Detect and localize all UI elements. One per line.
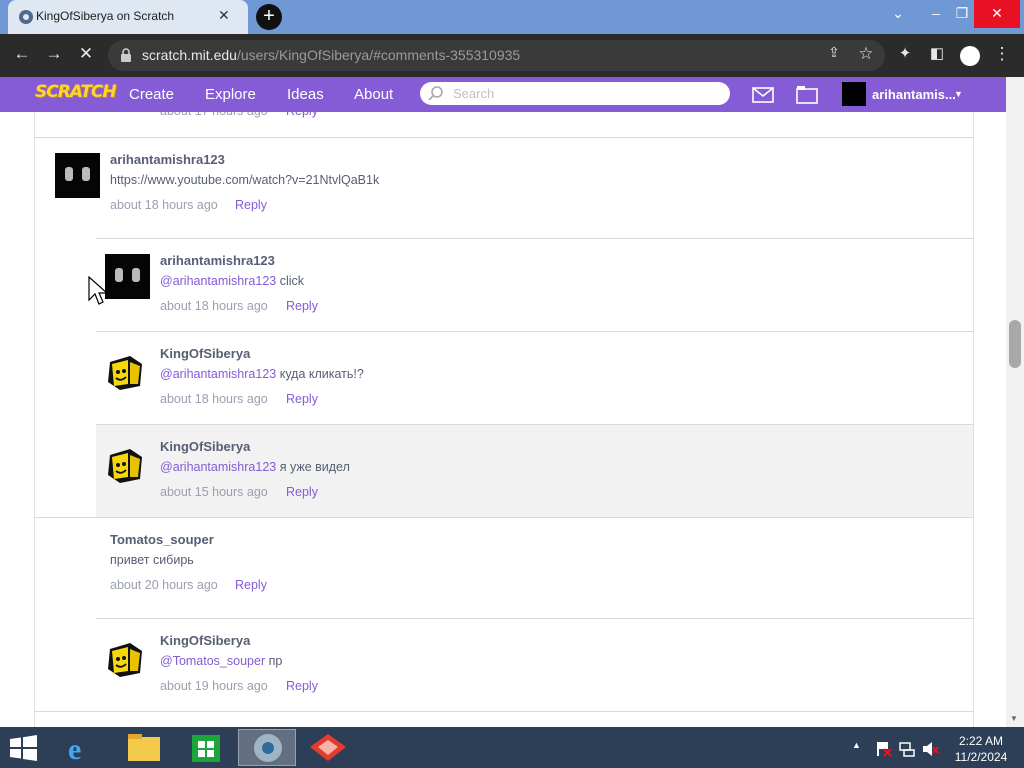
divider (96, 331, 973, 332)
reply-link[interactable]: Reply (286, 485, 318, 499)
reply-link[interactable]: Reply (235, 198, 267, 212)
comment-body: пр (265, 654, 283, 668)
comment-time: about 15 hours ago (160, 485, 268, 499)
internet-explorer-icon: e (68, 733, 81, 766)
url-host: scratch.mit.edu (142, 47, 237, 63)
comment-body: куда кликать!? (276, 367, 364, 381)
comment-time: about 18 hours ago (160, 299, 268, 313)
clock-time: 2:22 AM (958, 734, 1004, 748)
reply-link[interactable]: Reply (286, 392, 318, 406)
menu-kebab-icon[interactable]: ⋮ (990, 44, 1014, 64)
nav-about[interactable]: About (354, 86, 393, 103)
start-windows-icon[interactable] (10, 735, 38, 761)
new-tab-button[interactable]: + (256, 4, 282, 30)
show-hidden-icons-icon[interactable]: ▲ (852, 740, 861, 750)
avatar[interactable] (105, 254, 150, 299)
comment-author[interactable]: arihantamishra123 (160, 253, 275, 268)
profile-avatar[interactable] (960, 46, 980, 66)
avatar[interactable] (106, 352, 146, 392)
comment-time: about 19 hours ago (160, 679, 268, 693)
scroll-down-arrow-icon[interactable]: ▼ (1010, 714, 1018, 723)
reply-link[interactable]: Reply (286, 679, 318, 693)
taskbar-chrome-button[interactable] (238, 729, 296, 766)
back-icon[interactable]: ← (10, 44, 34, 64)
search-icon (428, 86, 443, 101)
scratch-logo[interactable]: SCRATCH (35, 82, 117, 102)
avatar[interactable] (106, 445, 146, 485)
page-scrollbar[interactable] (1006, 77, 1024, 727)
mention-link[interactable]: @arihantamishra123 (160, 367, 276, 381)
comment-body: я уже видел (276, 460, 350, 474)
comment-author[interactable]: KingOfSiberya (160, 439, 250, 454)
comment-text: @arihantamishra123 я уже видел (160, 460, 350, 474)
comment-text: @arihantamishra123 click (160, 274, 304, 288)
divider (96, 618, 973, 619)
taskbar-clock[interactable]: 2:22 AM 11/2/2024 (946, 733, 1016, 765)
reply-link[interactable]: Reply (235, 578, 267, 592)
nav-explore[interactable]: Explore (205, 86, 256, 103)
reply-link[interactable]: Reply (286, 299, 318, 313)
stop-loading-icon[interactable]: ✕ (74, 44, 98, 64)
tab-title: KingOfSiberya on Scratch (36, 9, 175, 23)
red-app-icon (310, 734, 346, 761)
chrome-browser-icon (254, 734, 282, 762)
comment-author[interactable]: KingOfSiberya (160, 633, 250, 648)
tab-close-icon[interactable]: ✕ (218, 7, 230, 24)
avatar[interactable] (106, 639, 146, 679)
comment-text: https://www.youtube.com/watch?v=21NtvlQa… (110, 173, 380, 187)
bookmark-star-icon[interactable]: ☆ (854, 44, 878, 64)
divider (96, 238, 973, 239)
taskbar-store-button[interactable] (180, 729, 232, 766)
windows-store-icon (192, 735, 220, 762)
share-icon[interactable]: ⇪ (822, 44, 846, 61)
mention-link[interactable]: @Tomatos_souper (160, 654, 265, 668)
avatar[interactable] (55, 153, 100, 198)
divider (35, 711, 973, 712)
mention-link[interactable]: @arihantamishra123 (160, 274, 276, 288)
lock-icon[interactable] (120, 48, 132, 62)
network-icon[interactable] (898, 740, 916, 758)
forward-icon[interactable]: → (42, 44, 66, 64)
nav-create[interactable]: Create (129, 86, 174, 103)
comment-text: @Tomatos_souper пр (160, 654, 282, 668)
taskbar-app-button[interactable] (302, 729, 354, 766)
comment-time: about 18 hours ago (160, 392, 268, 406)
svg-text:e: e (68, 733, 81, 766)
search-placeholder: Search (453, 86, 495, 101)
scratch-favicon-icon (19, 10, 33, 24)
volume-muted-icon[interactable] (921, 740, 939, 758)
extensions-icon[interactable]: ✦ (893, 44, 917, 62)
messages-icon[interactable] (752, 87, 774, 103)
taskbar-explorer-button[interactable] (118, 729, 170, 766)
comment-author[interactable]: Tomatos_souper (110, 532, 214, 547)
comment-author[interactable]: KingOfSiberya (160, 346, 250, 361)
comment-time: about 18 hours ago (110, 198, 218, 212)
mention-link[interactable]: @arihantamishra123 (160, 460, 276, 474)
close-window-button[interactable]: ✕ (974, 0, 1020, 28)
divider (35, 517, 973, 518)
url-path: /users/KingOfSiberya/#comments-355310935 (236, 47, 521, 63)
taskbar-ie-button[interactable]: e (56, 729, 108, 766)
mouse-cursor-icon (88, 276, 108, 305)
my-stuff-folder-icon[interactable] (796, 85, 818, 104)
comment-time: about 20 hours ago (110, 578, 218, 592)
chevron-down-icon[interactable]: ▼ (954, 89, 963, 99)
file-explorer-folder-icon (128, 734, 160, 761)
comment-text: @arihantamishra123 куда кликать!? (160, 367, 364, 381)
scrollbar-thumb[interactable] (1009, 320, 1021, 368)
tab-search-icon[interactable]: ⌄ (880, 0, 916, 28)
user-menu-name[interactable]: arihantamis... (872, 87, 956, 102)
action-center-flag-icon[interactable] (874, 740, 892, 758)
user-avatar[interactable] (842, 82, 866, 106)
comment-author[interactable]: arihantamishra123 (110, 152, 225, 167)
comment-body: click (276, 274, 305, 288)
url-text[interactable]: scratch.mit.edu/users/KingOfSiberya/#com… (142, 47, 520, 63)
comment-text: привет сибирь (110, 553, 194, 567)
nav-ideas[interactable]: Ideas (287, 86, 324, 103)
side-panel-icon[interactable]: ◧ (925, 44, 949, 62)
clock-date: 11/2/2024 (954, 750, 1008, 764)
divider (35, 137, 973, 138)
